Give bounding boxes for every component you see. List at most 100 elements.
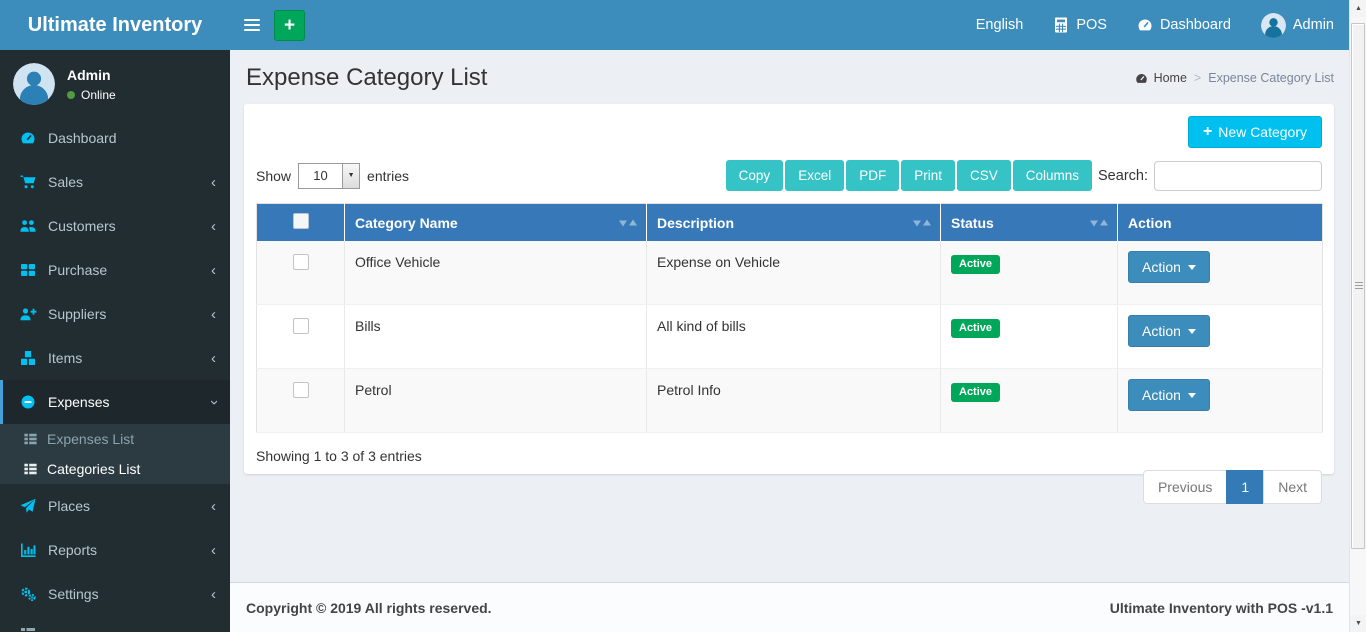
nav-dashboard-label: Dashboard [1160, 17, 1231, 33]
sidebar-item-label: Suppliers [48, 306, 106, 322]
sidebar-item-dashboard[interactable]: Dashboard [0, 116, 230, 160]
user-avatar [13, 63, 55, 105]
csv-button[interactable]: CSV [957, 160, 1011, 191]
new-category-label: New Category [1218, 124, 1307, 140]
cubes-icon [18, 350, 38, 366]
header-action: Action [1118, 204, 1323, 242]
cell-category: Petrol [345, 369, 647, 433]
paper-plane-icon [18, 498, 38, 514]
pagination-next[interactable]: Next [1263, 470, 1322, 504]
sidebar-item-items[interactable]: Items ‹ [0, 336, 230, 380]
sidebar-item-customers[interactable]: Customers ‹ [0, 204, 230, 248]
new-category-button[interactable]: + New Category [1188, 116, 1322, 148]
chevron-left-icon: ‹ [211, 351, 216, 366]
sidebar-item-reports[interactable]: Reports ‹ [0, 528, 230, 572]
header-status[interactable]: Status [941, 204, 1118, 242]
nav-user[interactable]: Admin [1246, 0, 1349, 50]
sidebar-item-places[interactable]: Places ‹ [0, 484, 230, 528]
page-title: Expense Category List [246, 64, 487, 92]
cart-icon [18, 174, 38, 190]
columns-button[interactable]: Columns [1013, 160, 1092, 191]
caret-down-icon [1188, 265, 1196, 274]
sidebar-subitem-categories-list[interactable]: Categories List [0, 454, 230, 484]
nav-language-label: English [976, 17, 1024, 33]
nav-pos[interactable]: POS [1038, 0, 1122, 50]
gears-icon [18, 586, 38, 602]
row-checkbox[interactable] [293, 382, 309, 398]
vertical-scrollbar[interactable]: ▲ ▼ [1349, 0, 1366, 632]
header-category-name[interactable]: Category Name [345, 204, 647, 242]
scroll-down-button[interactable]: ▼ [1350, 615, 1366, 632]
minus-circle-icon [18, 394, 38, 410]
bar-chart-icon [18, 542, 38, 558]
sidebar-item-partial[interactable] [0, 616, 230, 632]
table-info: Showing 1 to 3 of 3 entries [256, 448, 1322, 464]
calculator-icon [1053, 17, 1069, 33]
list-icon [18, 626, 38, 632]
chevron-left-icon: ‹ [211, 175, 216, 190]
excel-button[interactable]: Excel [785, 160, 844, 191]
sidebar-item-label: Settings [48, 586, 99, 602]
version-text: Ultimate Inventory with POS -v1.1 [1110, 600, 1333, 616]
cell-description: All kind of bills [647, 305, 941, 369]
caret-down-icon [1188, 393, 1196, 402]
breadcrumb-home-link[interactable]: Home [1134, 71, 1187, 85]
select-all-checkbox[interactable] [293, 213, 309, 229]
cell-description: Expense on Vehicle [647, 241, 941, 305]
sidebar-item-label: Places [48, 498, 90, 514]
breadcrumb-separator: > [1194, 71, 1201, 85]
row-action-button[interactable]: Action [1128, 251, 1210, 283]
table-row: Office Vehicle Expense on Vehicle Active… [257, 241, 1323, 305]
sort-icon [619, 215, 637, 230]
chevron-left-icon: ‹ [211, 499, 216, 514]
header-description[interactable]: Description [647, 204, 941, 242]
card-toolbar: + New Category [256, 116, 1322, 148]
page-length-select[interactable]: 10 ▼ [298, 163, 360, 189]
sort-icon [913, 215, 931, 230]
export-button-group: Copy Excel PDF Print CSV Columns [726, 160, 1094, 191]
sidebar-item-purchase[interactable]: Purchase ‹ [0, 248, 230, 292]
breadcrumb: Home > Expense Category List [1134, 71, 1334, 85]
copy-button[interactable]: Copy [726, 160, 784, 191]
pagination-previous[interactable]: Previous [1143, 470, 1227, 504]
sidebar-item-sales[interactable]: Sales ‹ [0, 160, 230, 204]
brand-logo[interactable]: Ultimate Inventory [0, 0, 230, 50]
search-input[interactable] [1154, 161, 1322, 191]
pagination-page-1[interactable]: 1 [1226, 470, 1264, 504]
scrollbar-grip-icon [1355, 282, 1363, 290]
sidebar-menu: Dashboard Sales ‹ Customers ‹ Purchase ‹… [0, 116, 230, 424]
category-list-card: + New Category Show 10 ▼ entries Copy Ex… [244, 104, 1334, 474]
row-checkbox[interactable] [293, 254, 309, 270]
row-checkbox[interactable] [293, 318, 309, 334]
main-content: Expense Category List Home > Expense Cat… [230, 50, 1349, 582]
user-panel: Admin Online [0, 50, 230, 116]
quick-add-button[interactable]: + [274, 10, 305, 41]
show-label: Show [256, 168, 291, 184]
chevron-left-icon: ‹ [211, 587, 216, 602]
sidebar-item-settings[interactable]: Settings ‹ [0, 572, 230, 616]
page-length-control: Show 10 ▼ entries [256, 163, 409, 189]
sidebar-item-suppliers[interactable]: Suppliers ‹ [0, 292, 230, 336]
select-all-header[interactable] [257, 204, 345, 242]
nav-pos-label: POS [1076, 17, 1107, 33]
grid-icon [18, 262, 38, 278]
sidebar-subitem-expenses-list[interactable]: Expenses List [0, 424, 230, 454]
nav-dashboard[interactable]: Dashboard [1122, 0, 1246, 50]
nav-language[interactable]: English [961, 0, 1039, 50]
row-action-button[interactable]: Action [1128, 379, 1210, 411]
pdf-button[interactable]: PDF [846, 160, 899, 191]
print-button[interactable]: Print [901, 160, 955, 191]
table-controls: Show 10 ▼ entries Copy Excel PDF Print C… [256, 160, 1322, 191]
row-action-button[interactable]: Action [1128, 315, 1210, 347]
content-header: Expense Category List Home > Expense Cat… [230, 50, 1349, 102]
scroll-up-button[interactable]: ▲ [1350, 0, 1366, 17]
sidebar-item-expenses[interactable]: Expenses ‹ [0, 380, 230, 424]
header-label: Action [1128, 215, 1172, 231]
scrollbar-thumb[interactable] [1351, 23, 1365, 549]
sidebar-subitem-label: Categories List [47, 461, 140, 477]
hamburger-icon[interactable] [230, 0, 274, 50]
status-badge: Active [951, 255, 1000, 274]
users-icon [18, 218, 38, 234]
sidebar-item-label: Purchase [48, 262, 107, 278]
select-arrow-icon: ▼ [342, 164, 359, 188]
